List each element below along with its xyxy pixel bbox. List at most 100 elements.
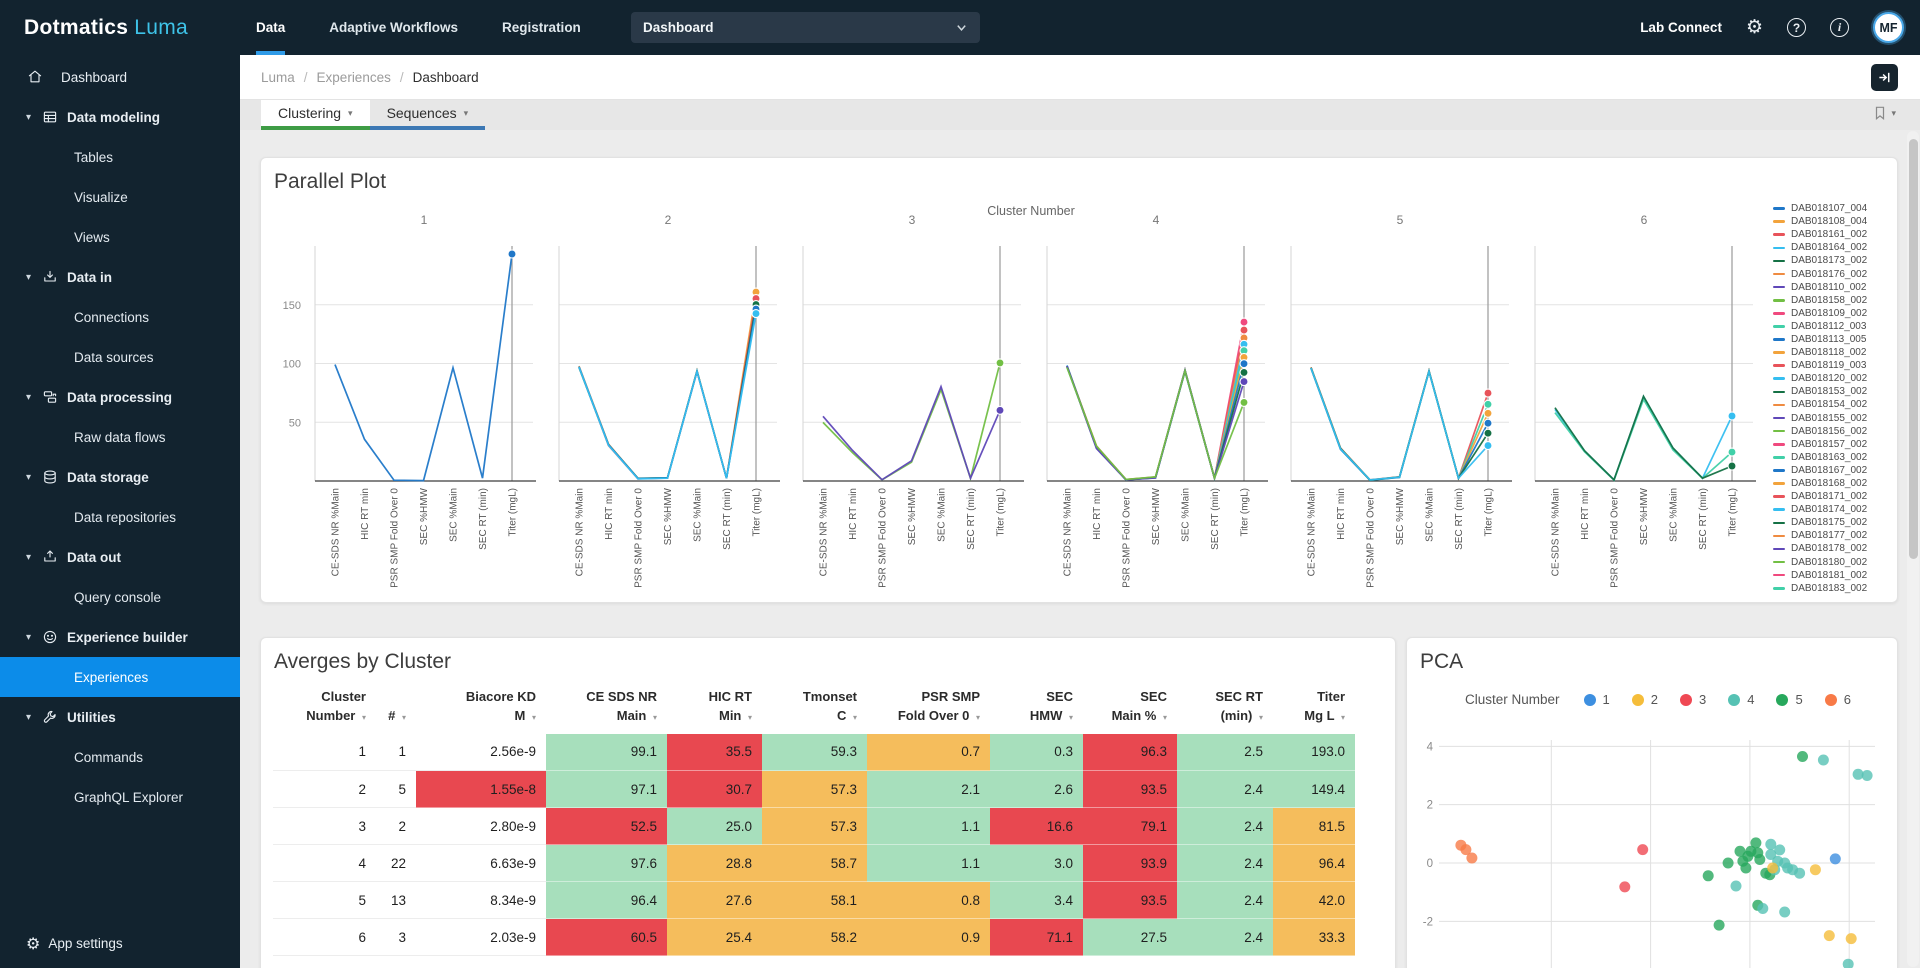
nav-tab-data[interactable]: Data [256,0,286,55]
pca-legend-item-2[interactable]: 2 [1631,692,1658,707]
help-icon[interactable]: ? [1787,18,1806,37]
sidebar-item-utilities[interactable]: ▾ Utilities [0,697,240,737]
sidebar-item-experiences[interactable]: Experiences [0,657,240,697]
sidebar-item-app-settings[interactable]: ⚙ App settings [0,924,240,962]
sidebar-item-data-repositories[interactable]: Data repositories [0,497,240,537]
pca-legend-item-3[interactable]: 3 [1680,692,1706,707]
lab-connect-link[interactable]: Lab Connect [1640,20,1722,35]
caret-down-icon: ▾ [26,391,32,403]
sidebar-item-data-out[interactable]: ▾ Data out [0,537,240,577]
axis-label: CE-SDS NR %Main [819,488,830,576]
sidebar-item-data-processing[interactable]: ▾ Data processing [0,377,240,417]
sidebar-item-views[interactable]: Views [0,217,240,257]
tab-clustering[interactable]: Clustering ▾ [261,100,370,130]
legend-item[interactable]: DAB018119_003 [1773,359,1897,372]
breadcrumb-luma[interactable]: Luma [261,70,295,85]
sort-caret-icon[interactable]: ▾ [1341,713,1345,722]
legend-item[interactable]: DAB018110_002 [1773,281,1897,294]
legend-item[interactable]: DAB018163_002 [1773,451,1897,464]
legend-item[interactable]: DAB018168_002 [1773,477,1897,490]
main-nav-tabs: Data Adaptive Workflows Registration [256,0,581,55]
legend-item[interactable]: DAB018177_002 [1773,529,1897,542]
sort-caret-icon[interactable]: ▾ [853,713,857,722]
sort-caret-icon[interactable]: ▾ [653,713,657,722]
legend-item[interactable]: DAB018118_002 [1773,346,1897,359]
nav-tab-adaptive-workflows[interactable]: Adaptive Workflows [329,0,458,55]
sidebar-item-commands[interactable]: Commands [0,737,240,777]
column-header-sec-rt-min-[interactable]: SEC RT (min) ▾ [1177,684,1273,734]
sidebar-item-data-sources[interactable]: Data sources [0,337,240,377]
sort-caret-icon[interactable]: ▾ [1069,713,1073,722]
legend-item[interactable]: DAB018181_002 [1773,569,1897,582]
scrollbar-thumb[interactable] [1908,139,1918,559]
collapse-panel-button[interactable] [1871,64,1898,91]
tab-sequences[interactable]: Sequences ▾ [369,100,486,130]
legend-item[interactable]: DAB018154_002 [1773,398,1897,411]
data-processing-icon [41,389,58,406]
sidebar-item-visualize[interactable]: Visualize [0,177,240,217]
breadcrumb-experiences[interactable]: Experiences [317,70,391,85]
column-header-tmonset-c[interactable]: Tmonset C ▾ [762,684,867,734]
pca-legend-item-6[interactable]: 6 [1824,692,1851,707]
pca-legend-item-4[interactable]: 4 [1728,692,1754,707]
legend-item[interactable]: DAB018153_002 [1773,385,1897,398]
column-header-biacore-kd-m[interactable]: Biacore KD M ▾ [416,684,546,734]
column-header-sec-hmw[interactable]: SEC HMW ▾ [990,684,1083,734]
sidebar-item-query-console[interactable]: Query console [0,577,240,617]
legend-item[interactable]: DAB018167_002 [1773,464,1897,477]
column-header-cluster-number[interactable]: Cluster Number ▾ [273,684,376,734]
user-avatar[interactable]: MF [1873,12,1904,43]
sort-caret-icon[interactable]: ▾ [362,713,366,722]
column-header-sec-main-[interactable]: SEC Main % ▾ [1083,684,1177,734]
sidebar-item-dashboard[interactable]: Dashboard [0,57,240,97]
sidebar-item-data-in[interactable]: ▾ Data in [0,257,240,297]
column-header-ce-sds-nr-main[interactable]: CE SDS NR Main ▾ [546,684,667,734]
sort-caret-icon[interactable]: ▾ [402,713,406,722]
sort-caret-icon[interactable]: ▾ [532,713,536,722]
pca-legend-item-5[interactable]: 5 [1776,692,1803,707]
legend-item[interactable]: DAB018107_004 [1773,202,1897,215]
legend-item[interactable]: DAB018120_002 [1773,372,1897,385]
dashboard-view-selector[interactable]: Dashboard [631,12,980,43]
legend-item[interactable]: DAB018161_002 [1773,228,1897,241]
legend-item[interactable]: DAB018109_002 [1773,307,1897,320]
legend-item[interactable]: DAB018113_005 [1773,333,1897,346]
info-icon[interactable]: i [1830,18,1849,37]
settings-gear-icon[interactable]: ⚙ [1746,18,1763,37]
legend-item[interactable]: DAB018164_002 [1773,241,1897,254]
sort-caret-icon[interactable]: ▾ [748,713,752,722]
sidebar-item-graphql-explorer[interactable]: GraphQL Explorer [0,777,240,817]
column-header--[interactable]: # ▾ [376,684,416,734]
legend-item[interactable]: DAB018171_002 [1773,490,1897,503]
sort-caret-icon[interactable]: ▾ [1163,713,1167,722]
legend-item[interactable]: DAB018180_002 [1773,556,1897,569]
legend-item[interactable]: DAB018175_002 [1773,516,1897,529]
column-header-titer-mg-l[interactable]: Titer Mg L ▾ [1273,684,1355,734]
brand-logo[interactable]: Dotmatics Luma [24,0,188,55]
legend-item[interactable]: DAB018173_002 [1773,254,1897,267]
sidebar-item-data-modeling[interactable]: ▾ Data modeling [0,97,240,137]
legend-item[interactable]: DAB018174_002 [1773,503,1897,516]
bookmark-button[interactable]: ▾ [1873,105,1896,121]
sidebar-item-raw-data-flows[interactable]: Raw data flows [0,417,240,457]
sidebar-item-data-storage[interactable]: ▾ Data storage [0,457,240,497]
legend-item[interactable]: DAB018176_002 [1773,267,1897,280]
column-header-psr-smp-fold-over-0[interactable]: PSR SMP Fold Over 0 ▾ [867,684,990,734]
legend-item[interactable]: DAB018112_003 [1773,320,1897,333]
sidebar-item-connections[interactable]: Connections [0,297,240,337]
sort-caret-icon[interactable]: ▾ [1259,713,1263,722]
pca-legend-item-1[interactable]: 1 [1583,692,1610,707]
axis-label: SEC %HMW [419,487,430,545]
sidebar-item-tables[interactable]: Tables [0,137,240,177]
legend-item[interactable]: DAB018178_002 [1773,542,1897,555]
legend-item[interactable]: DAB018155_002 [1773,412,1897,425]
legend-item[interactable]: DAB018157_002 [1773,438,1897,451]
legend-item[interactable]: DAB018183_002 [1773,582,1897,595]
sort-caret-icon[interactable]: ▾ [976,713,980,722]
nav-tab-registration[interactable]: Registration [502,0,581,55]
legend-item[interactable]: DAB018156_002 [1773,425,1897,438]
sidebar-item-experience-builder[interactable]: ▾ Experience builder [0,617,240,657]
column-header-hic-rt-min[interactable]: HIC RT Min ▾ [667,684,762,734]
legend-item[interactable]: DAB018158_002 [1773,294,1897,307]
legend-item[interactable]: DAB018108_004 [1773,215,1897,228]
